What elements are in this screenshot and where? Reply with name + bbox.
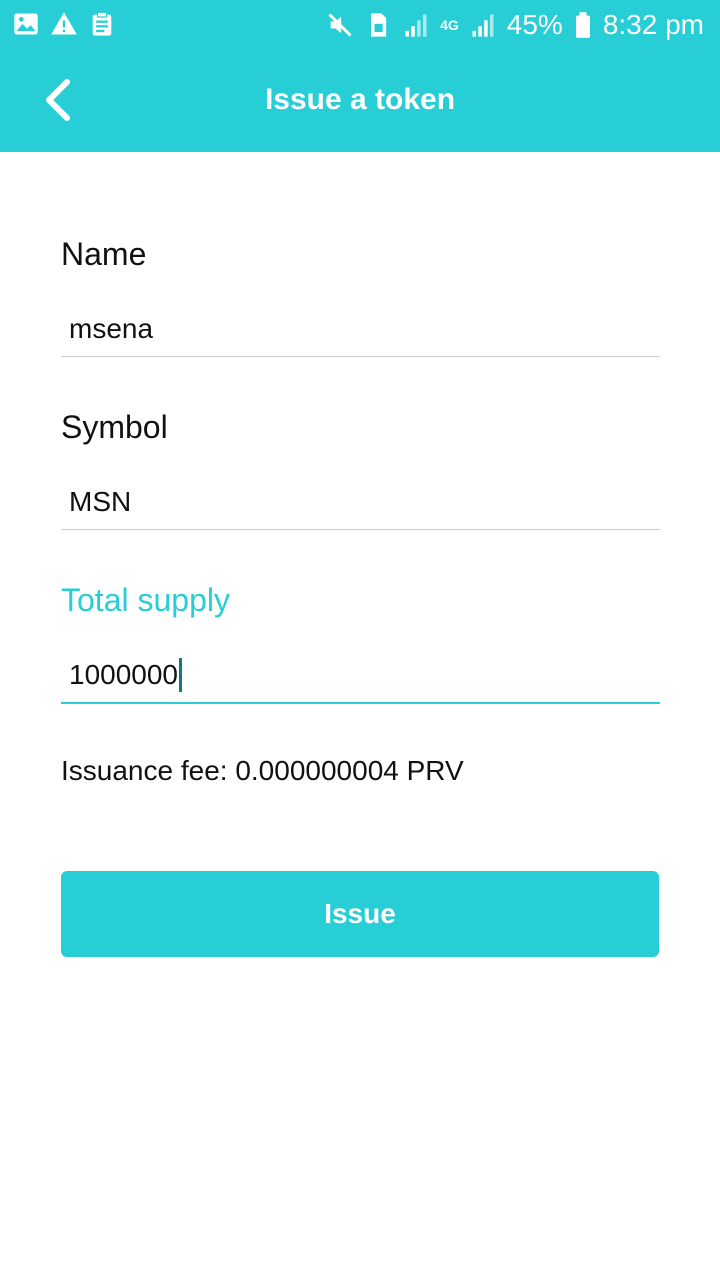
- mute-icon: [328, 13, 352, 37]
- signal-icon: [405, 14, 427, 37]
- nav-bar: Issue a token: [0, 50, 720, 152]
- battery-icon: [575, 12, 590, 38]
- app-header: 4G 45% 8:32 pm Issue a token: [0, 0, 720, 152]
- issuance-fee-text: Issuance fee: 0.000000004 PRV: [61, 755, 464, 786]
- name-value: msena: [69, 313, 154, 344]
- symbol-field: Symbol MSN: [61, 407, 660, 530]
- symbol-label: Symbol: [61, 409, 168, 445]
- status-bar-left: [12, 10, 116, 38]
- page-title: Issue a token: [264, 83, 456, 116]
- sim-icon: [371, 13, 387, 37]
- battery-percent: 45%: [506, 9, 563, 40]
- symbol-value: MSN: [69, 486, 132, 517]
- total-supply-label: Total supply: [61, 582, 230, 618]
- name-label: Name: [61, 236, 147, 272]
- total-supply-field: Total supply 1000000: [61, 580, 660, 704]
- name-field: Name msena: [61, 234, 660, 357]
- image-icon: [14, 13, 38, 35]
- warning-icon: [51, 12, 77, 35]
- status-bar-right: 4G 45% 8:32 pm: [326, 6, 704, 44]
- network-type: 4G: [440, 17, 459, 33]
- signal-icon: [472, 14, 494, 37]
- issue-button[interactable]: Issue: [61, 871, 659, 957]
- text-caret: [179, 658, 183, 692]
- clipboard-icon: [92, 11, 112, 36]
- total-supply-input[interactable]: 1000000: [61, 648, 660, 704]
- total-supply-value: 1000000: [69, 659, 179, 690]
- name-input[interactable]: msena: [61, 302, 660, 357]
- symbol-input[interactable]: MSN: [61, 475, 660, 530]
- status-bar: 4G 45% 8:32 pm: [0, 0, 720, 50]
- clock: 8:32 pm: [602, 9, 704, 40]
